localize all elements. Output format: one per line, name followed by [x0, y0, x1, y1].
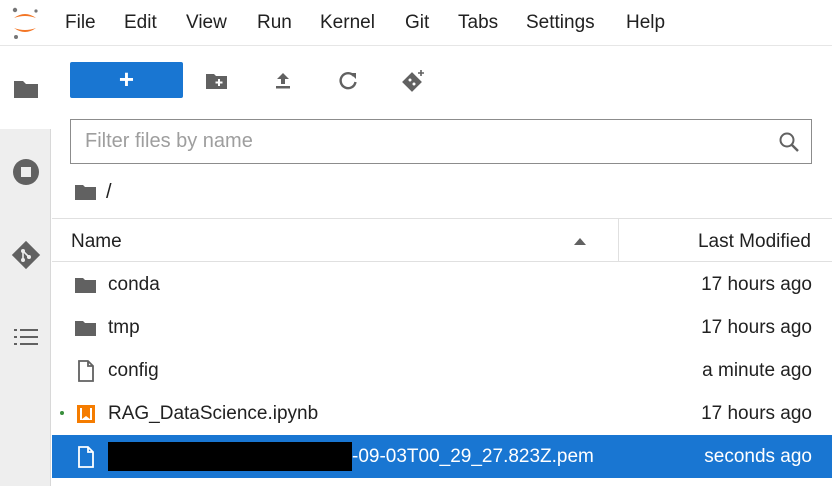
file-list-header: Name Last Modified [52, 218, 832, 262]
file-modified: 17 hours ago [701, 317, 812, 338]
file-name: tmp [108, 317, 140, 338]
file-name: config [108, 360, 159, 381]
folder-icon [14, 81, 38, 98]
menu-settings[interactable]: Settings [526, 12, 595, 34]
file-row-pem[interactable]: -09-03T00_29_27.823Z.pem seconds ago [52, 435, 832, 478]
name-column-header[interactable]: Name [71, 231, 122, 253]
git-clone-button[interactable] [400, 67, 428, 95]
file-row-config[interactable]: config a minute ago [52, 349, 832, 392]
file-modified: seconds ago [704, 446, 812, 467]
file-modified: 17 hours ago [701, 274, 812, 295]
file-list: conda 17 hours ago tmp 17 hours ago conf… [52, 263, 832, 478]
new-folder-button[interactable] [203, 67, 231, 95]
new-launcher-button[interactable]: + [70, 62, 183, 98]
upload-icon [276, 73, 290, 89]
git-tab[interactable] [10, 239, 42, 271]
home-folder-icon[interactable] [74, 182, 98, 202]
new-button-label: + [118, 64, 135, 94]
file-browser-panel: + Filter files by name / Name Last Modif… [52, 47, 832, 486]
file-name: -09-03T00_29_27.823Z.pem [352, 446, 594, 467]
upload-button[interactable] [269, 67, 297, 95]
jupyter-logo-icon[interactable] [10, 6, 40, 40]
menu-edit[interactable]: Edit [124, 12, 157, 34]
running-indicator [60, 411, 64, 415]
refresh-button[interactable] [334, 67, 362, 95]
folder-icon [74, 316, 98, 340]
running-sessions-tab[interactable] [10, 156, 42, 188]
last-modified-column-header[interactable]: Last Modified [698, 231, 811, 253]
menu-file[interactable]: File [65, 12, 96, 34]
folder-icon [74, 273, 98, 297]
stop-circle-icon [13, 159, 39, 185]
breadcrumb: / [74, 179, 112, 205]
file-row-conda[interactable]: conda 17 hours ago [52, 263, 832, 306]
redaction-bar [108, 442, 352, 471]
file-icon [74, 359, 98, 383]
column-divider[interactable] [618, 219, 619, 262]
file-name: conda [108, 274, 160, 295]
refresh-icon [339, 71, 357, 90]
filter-input[interactable] [85, 120, 765, 163]
file-modified: 17 hours ago [701, 403, 812, 424]
list-icon [14, 329, 38, 345]
menu-kernel[interactable]: Kernel [320, 12, 375, 34]
filter-box [70, 119, 812, 164]
file-modified: a minute ago [702, 360, 812, 381]
file-browser-tab[interactable] [10, 73, 42, 105]
menu-bar: File Edit View Run Kernel Git Tabs Setti… [0, 0, 832, 46]
breadcrumb-path[interactable]: / [106, 181, 112, 204]
activity-bar [0, 47, 52, 486]
menu-run[interactable]: Run [257, 12, 292, 34]
file-row-notebook[interactable]: RAG_DataScience.ipynb 17 hours ago [52, 392, 832, 435]
notebook-icon [74, 402, 98, 426]
search-icon[interactable] [777, 130, 801, 154]
menu-view[interactable]: View [186, 12, 227, 34]
sort-ascending-icon[interactable] [573, 236, 587, 246]
file-row-tmp[interactable]: tmp 17 hours ago [52, 306, 832, 349]
file-name: RAG_DataScience.ipynb [108, 403, 319, 424]
git-icon [11, 240, 41, 270]
menu-help[interactable]: Help [626, 12, 665, 34]
menu-git[interactable]: Git [405, 12, 429, 34]
file-icon [74, 445, 98, 469]
new-folder-icon [206, 74, 227, 89]
table-of-contents-tab[interactable] [10, 321, 42, 353]
git-clone-icon [402, 70, 424, 92]
menu-tabs[interactable]: Tabs [458, 12, 498, 34]
